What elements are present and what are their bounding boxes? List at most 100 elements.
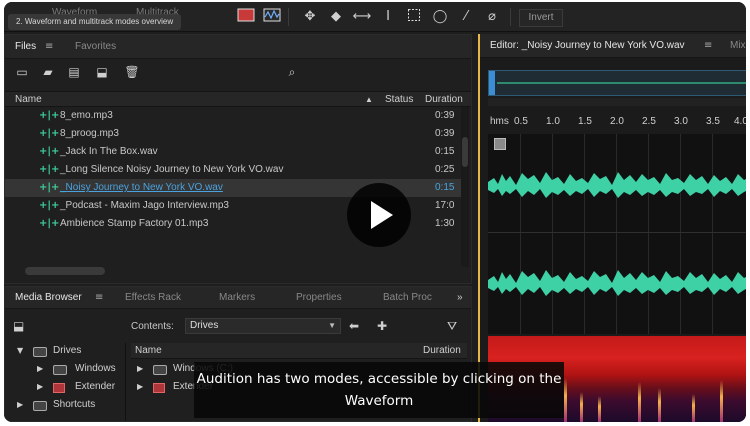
audio-file-icon: +|+ (39, 146, 60, 157)
file-row[interactable]: +|+ _Long Silence Noisy Journey to New Y… (5, 161, 461, 179)
ruler-tick: 1.0 (546, 116, 560, 127)
marquee-icon[interactable] (404, 8, 424, 26)
collapse-arrow-icon[interactable]: ▶ (137, 379, 143, 395)
audio-file-icon: +|+ (39, 110, 60, 121)
audio-file-icon: +|+ (39, 182, 60, 193)
collapse-arrow-icon[interactable]: ▶ (137, 361, 143, 377)
column-duration[interactable]: Duration (425, 92, 463, 108)
tab-editor[interactable]: Editor: _Noisy Journey to New York VO.wa… (490, 34, 685, 58)
new-file-icon[interactable]: ▤ (65, 64, 83, 80)
zoom-navigator[interactable] (488, 98, 746, 106)
panel-menu-icon[interactable]: ≡ (95, 287, 103, 309)
panel-menu-icon[interactable]: ≡ (704, 34, 712, 58)
tab-effects-rack[interactable]: Effects Rack (125, 287, 181, 309)
file-name: 8_emo.mp3 (60, 110, 113, 121)
video-frame[interactable]: Waveform Multitrack 2. Waveform and mult… (4, 2, 746, 422)
ruler-tick: 3.5 (706, 116, 720, 127)
files-horizontal-scrollbar[interactable] (25, 267, 105, 275)
column-name[interactable]: Name (135, 343, 162, 359)
collapse-arrow-icon[interactable]: ▶ (17, 397, 23, 413)
sort-arrow-icon[interactable]: ▲ (365, 92, 373, 108)
column-name[interactable]: Name (15, 92, 42, 108)
collapse-arrow-icon[interactable]: ▶ (37, 379, 43, 395)
tab-media-browser[interactable]: Media Browser (15, 287, 82, 309)
expand-arrow-icon[interactable]: ▼ (17, 343, 23, 359)
audio-file-icon: +|+ (39, 218, 60, 229)
extender-drive-icon (153, 383, 165, 393)
files-panel: Files ≡ Favorites ▭ ▰ ▤ ⬓ 🗑 ⌕ Name ▲ Sta… (4, 34, 472, 307)
back-arrow-icon[interactable]: ⬅ (349, 319, 359, 333)
chevron-down-icon: ▼ (328, 321, 336, 330)
tab-markers[interactable]: Markers (219, 287, 255, 309)
files-vertical-scrollbar[interactable] (461, 107, 469, 267)
column-duration[interactable]: Duration (423, 343, 461, 359)
filter-icon[interactable]: ⛛ (447, 319, 457, 333)
editor-tabs: Editor: _Noisy Journey to New York VO.wa… (480, 34, 746, 58)
tab-mixer[interactable]: Mix (730, 34, 746, 58)
search-icon[interactable]: ⌕ (283, 64, 301, 80)
ruler-tick: 1.5 (578, 116, 592, 127)
import-file-icon[interactable]: ▰ (39, 64, 57, 80)
file-duration: 0:15 (435, 182, 455, 193)
lasso-icon[interactable]: ◯ (430, 8, 450, 26)
waveform-overview[interactable] (488, 70, 746, 96)
video-chapter-chip: 2. Waveform and multitrack modes overvie… (8, 14, 182, 30)
collapse-arrow-icon[interactable]: ▶ (37, 361, 43, 377)
contents-value: Drives (190, 320, 219, 331)
time-selection-icon[interactable]: ⟷ (352, 8, 372, 26)
waveform-display[interactable] (488, 134, 746, 334)
razor-tool-icon[interactable]: ◆ (326, 8, 346, 26)
contents-dropdown[interactable]: Drives ▼ (185, 318, 341, 334)
video-caption: Audition has two modes, accessible by cl… (194, 362, 564, 418)
file-name: _Noisy Journey to New York VO.wav (60, 182, 223, 193)
spectral-view-icon[interactable] (262, 8, 282, 26)
trash-icon[interactable]: 🗑 (123, 64, 141, 80)
windows-drive-icon (53, 365, 67, 375)
file-duration: 17:0 (435, 200, 455, 211)
spectral-streak (692, 394, 695, 422)
more-tabs-icon[interactable]: » (457, 287, 463, 309)
file-duration: 1:30 (435, 218, 455, 229)
media-column-header: Name Duration (131, 343, 467, 359)
tree-item-extender[interactable]: Extender (75, 379, 115, 395)
file-name: _Long Silence Noisy Journey to New York … (60, 164, 284, 175)
file-duration: 0:25 (435, 164, 455, 175)
spectral-streak (720, 380, 723, 422)
audio-file-icon: +|+ (39, 128, 60, 139)
scroll-thumb[interactable] (462, 137, 468, 167)
tab-files[interactable]: Files (15, 35, 36, 59)
tab-batch-process[interactable]: Batch Proc (383, 287, 432, 309)
brush-icon[interactable]: ⁄ (456, 8, 476, 26)
file-name: 8_proog.mp3 (60, 128, 119, 139)
text-cursor-icon[interactable]: I (378, 8, 398, 26)
file-row[interactable]: +|+ _Jack In The Box.wav 0:15 (5, 143, 461, 161)
column-status[interactable]: Status (385, 92, 413, 108)
file-row[interactable]: +|+ 8_emo.mp3 0:39 (5, 107, 461, 125)
toolbar-divider (288, 8, 289, 26)
tree-item-windows[interactable]: Windows (75, 361, 116, 377)
video-play-button[interactable] (347, 183, 411, 247)
add-shortcut-icon[interactable]: ✚ (377, 319, 387, 333)
selection-handle-icon[interactable] (494, 138, 506, 150)
overview-viewport-handle[interactable] (489, 71, 495, 95)
tab-properties[interactable]: Properties (296, 287, 342, 309)
ruler-tick: 2.0 (610, 116, 624, 127)
tab-favorites[interactable]: Favorites (75, 35, 116, 59)
tree-item-shortcuts[interactable]: Shortcuts (53, 397, 95, 413)
spectral-streak (598, 396, 601, 422)
time-ruler[interactable]: hms 0.5 1.0 1.5 2.0 2.5 3.0 3.5 4.0 (488, 114, 746, 132)
spot-healing-icon[interactable]: ⌀ (482, 8, 502, 26)
files-column-header: Name ▲ Status Duration (5, 91, 471, 107)
insert-icon[interactable]: ⬓ (93, 64, 111, 80)
media-panel-tabs: Media Browser ≡ Effects Rack Markers Pro… (5, 287, 471, 309)
tree-item-drives[interactable]: Drives (53, 343, 81, 359)
file-row[interactable]: +|+ 8_proog.mp3 0:39 (5, 125, 461, 143)
waveform-view-icon[interactable] (236, 8, 256, 26)
import-media-icon[interactable]: ⬓ (13, 319, 24, 333)
invert-button[interactable]: Invert (519, 9, 563, 27)
file-duration: 0:39 (435, 128, 455, 139)
move-tool-icon[interactable]: ✥ (300, 8, 320, 26)
open-file-icon[interactable]: ▭ (13, 64, 31, 80)
media-panel-divider[interactable] (125, 343, 126, 421)
panel-menu-icon[interactable]: ≡ (45, 35, 53, 59)
